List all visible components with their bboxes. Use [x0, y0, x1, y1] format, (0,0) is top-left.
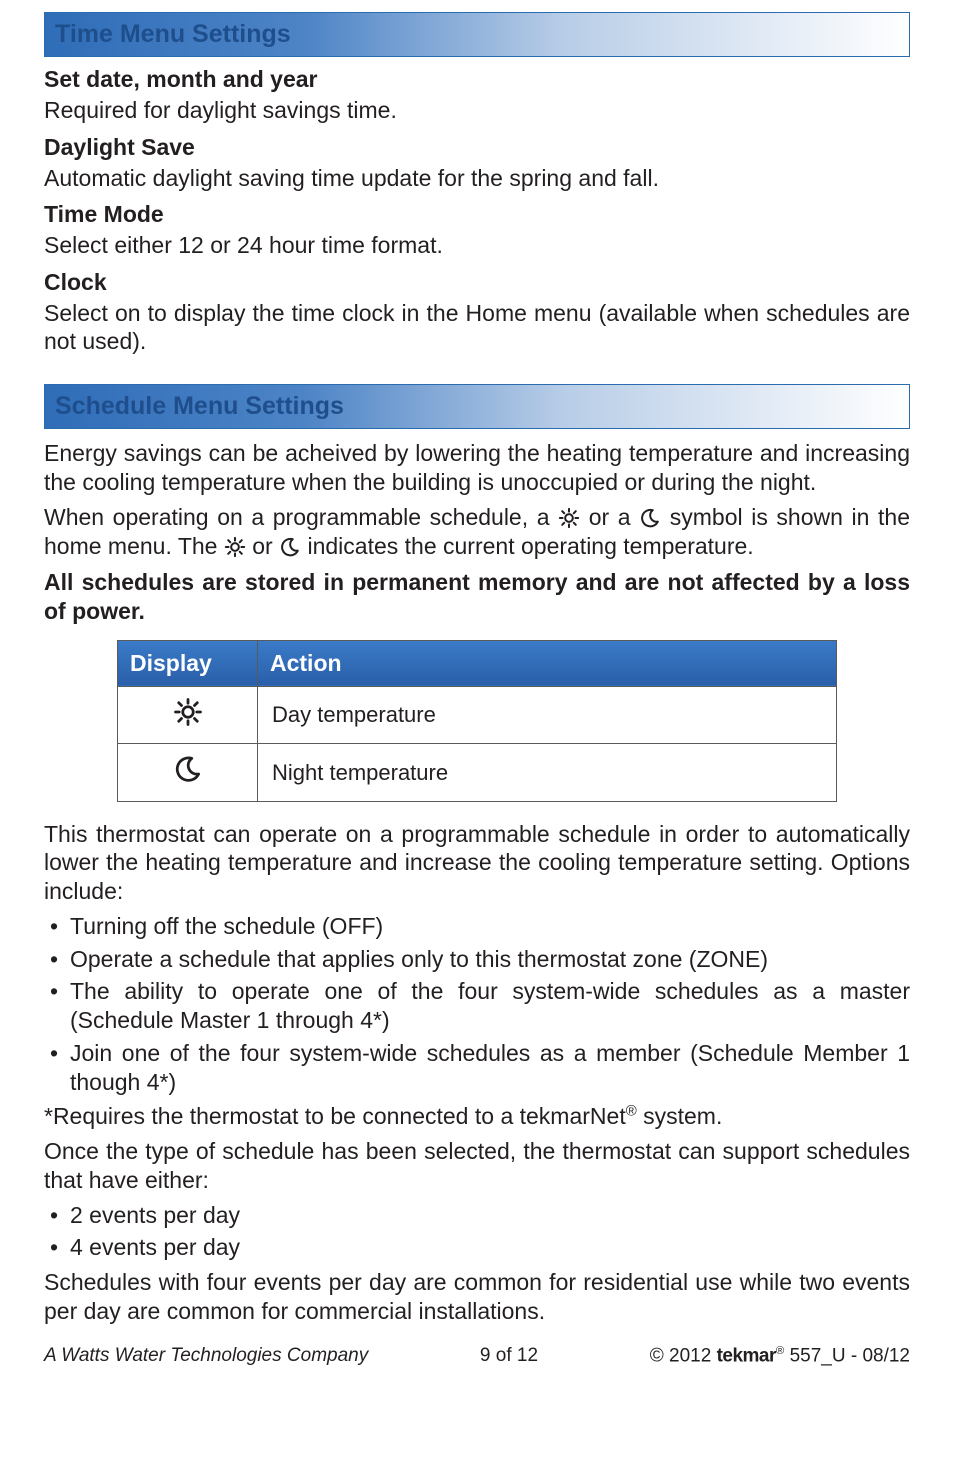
list-item: 2 events per day: [44, 1201, 910, 1230]
text-fragment: or a: [580, 504, 639, 530]
text-time-mode: Select either 12 or 24 hour time format.: [44, 231, 910, 260]
text-fragment: system.: [637, 1103, 723, 1129]
moon-icon: [639, 507, 661, 529]
list-item: 4 events per day: [44, 1233, 910, 1262]
footer-company: A Watts Water Technologies Company: [44, 1344, 368, 1368]
cell-night-temp: Night temperature: [258, 744, 837, 802]
moon-icon: [173, 754, 203, 784]
text-set-date: Required for daylight savings time.: [44, 96, 910, 125]
schedule-intro-bold: All schedules are stored in permanent me…: [44, 568, 910, 626]
text-fragment: or: [246, 533, 279, 559]
table-header-display: Display: [118, 640, 258, 686]
heading-clock: Clock: [44, 268, 910, 297]
list-item: Operate a schedule that applies only to …: [44, 945, 910, 974]
heading-set-date: Set date, month and year: [44, 65, 910, 94]
text-fragment: When operating on a programmable schedul…: [44, 504, 558, 530]
text-fragment: *Requires the thermostat to be connected…: [44, 1103, 626, 1129]
text-fragment: indicates the current operating temperat…: [301, 533, 754, 559]
list-item: The ability to operate one of the four s…: [44, 977, 910, 1035]
brand-name: tekmar: [717, 1345, 776, 1366]
display-action-table: Display Action Day temperature Night tem…: [117, 640, 837, 802]
text-daylight: Automatic daylight saving time update fo…: [44, 164, 910, 193]
heading-daylight: Daylight Save: [44, 133, 910, 162]
footer-page-number: 9 of 12: [480, 1344, 538, 1368]
table-header-action: Action: [258, 640, 837, 686]
sun-icon: [558, 507, 580, 529]
page-footer: A Watts Water Technologies Company 9 of …: [44, 1344, 910, 1368]
options-list: Turning off the schedule (OFF) Operate a…: [44, 912, 910, 1097]
last-paragraph: Schedules with four events per day are c…: [44, 1268, 910, 1326]
text-fragment: © 2012: [650, 1345, 717, 1366]
footer-copyright: © 2012 tekmar® 557_U - 08/12: [650, 1344, 910, 1368]
once-text: Once the type of schedule has been selec…: [44, 1137, 910, 1195]
footnote-star: *Requires the thermostat to be connected…: [44, 1102, 910, 1131]
schedule-intro-p1: Energy savings can be acheived by loweri…: [44, 439, 910, 497]
section-header-schedule: Schedule Menu Settings: [44, 384, 910, 429]
table-row: Night temperature: [118, 744, 837, 802]
table-row: Day temperature: [118, 686, 837, 744]
cell-day-temp: Day temperature: [258, 686, 837, 744]
cell-sun-icon: [118, 686, 258, 744]
list-item: Turning off the schedule (OFF): [44, 912, 910, 941]
registered-mark: ®: [626, 1103, 637, 1120]
events-list: 2 events per day 4 events per day: [44, 1201, 910, 1263]
section-title: Time Menu Settings: [55, 20, 291, 48]
schedule-intro-p2: When operating on a programmable schedul…: [44, 503, 910, 561]
section-title: Schedule Menu Settings: [55, 392, 344, 420]
after-table-p: This thermostat can operate on a program…: [44, 820, 910, 906]
sun-icon: [173, 697, 203, 727]
list-item: Join one of the four system-wide schedul…: [44, 1039, 910, 1097]
text-clock: Select on to display the time clock in t…: [44, 299, 910, 357]
sun-icon: [224, 536, 246, 558]
cell-moon-icon: [118, 744, 258, 802]
moon-icon: [279, 536, 301, 558]
heading-time-mode: Time Mode: [44, 200, 910, 229]
text-fragment: 557_U - 08/12: [784, 1345, 910, 1366]
section-header-time: Time Menu Settings: [44, 12, 910, 57]
